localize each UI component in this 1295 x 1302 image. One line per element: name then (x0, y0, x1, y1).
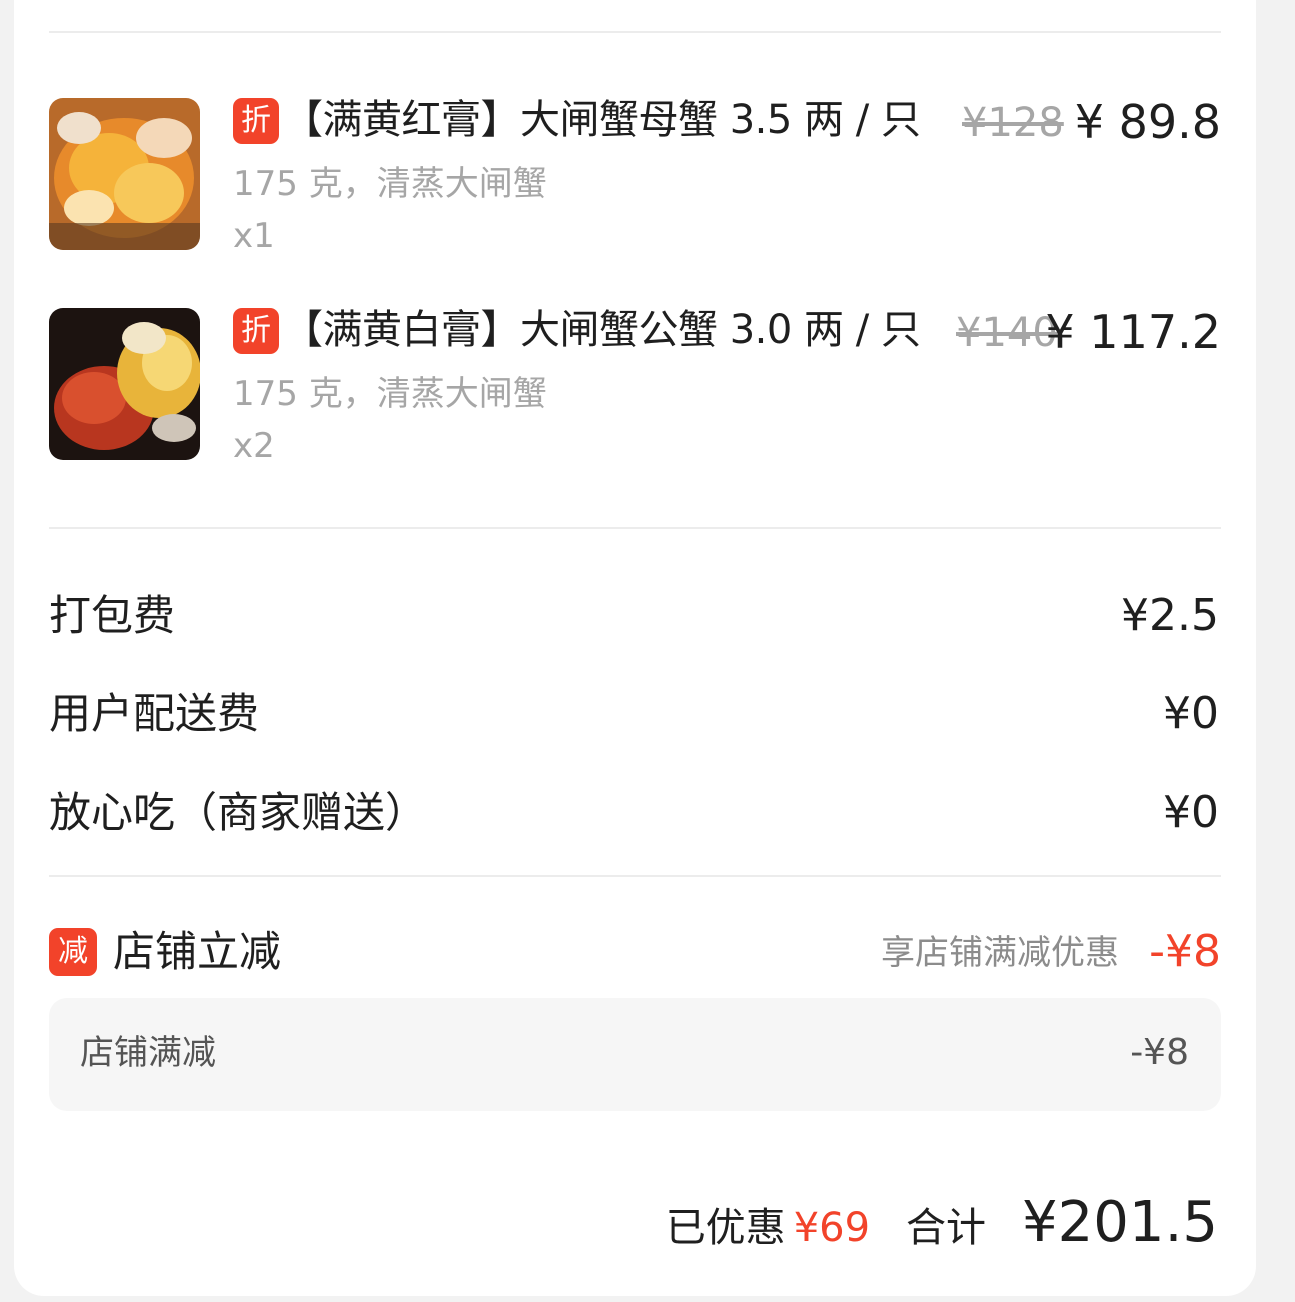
divider (49, 31, 1221, 33)
product-spec: 175 克，清蒸大闸蟹 (233, 374, 547, 414)
original-price: ¥140 (956, 310, 1058, 356)
product-title: 【满黄红膏】大闸蟹母蟹 3.5 两 / 只 (283, 97, 921, 143)
discount-detail-label: 店铺满减 (80, 1033, 216, 1073)
product-title: 【满黄白膏】大闸蟹公蟹 3.0 两 / 只 (283, 307, 921, 353)
discount-tag: 折 (233, 98, 279, 144)
fee-label: 用户配送费 (49, 689, 260, 738)
order-item[interactable]: 折 【满黄白膏】大闸蟹公蟹 3.0 两 / 只 175 克，清蒸大闸蟹 x2 ¥… (49, 305, 1221, 466)
product-image[interactable] (49, 308, 200, 460)
discount-detail-amount: -¥8 (1130, 1032, 1189, 1073)
store-discount-description: 享店铺满减优惠 (881, 933, 1119, 973)
saved-label: 已优惠 (665, 1205, 786, 1251)
fee-label: 放心吃（商家赠送） (49, 788, 428, 837)
current-price: ¥ 89.8 (1074, 95, 1221, 149)
discount-tag: 折 (233, 308, 279, 354)
total-amount: ¥201.5 (1022, 1190, 1218, 1255)
store-discount-label: 店铺立减 (113, 927, 282, 976)
original-price: ¥128 (962, 100, 1064, 146)
product-quantity: x2 (233, 426, 275, 466)
divider (49, 875, 1221, 877)
product-spec: 175 克，清蒸大闸蟹 (233, 164, 547, 204)
product-image[interactable] (49, 98, 200, 250)
divider (49, 527, 1221, 529)
store-discount-row[interactable]: 减 店铺立减 享店铺满减优惠 -¥8 (49, 924, 1221, 984)
discount-icon: 减 (49, 928, 97, 976)
total-label: 合计 (906, 1205, 987, 1251)
discount-detail-box: 店铺满减 -¥8 (49, 998, 1221, 1111)
fee-value: ¥0 (1163, 688, 1219, 739)
saved-amount: ¥69 (793, 1205, 871, 1251)
fee-value: ¥2.5 (1121, 590, 1219, 641)
fee-row-packaging: 打包费 ¥2.5 (49, 586, 1219, 646)
order-item[interactable]: 折 【满黄红膏】大闸蟹母蟹 3.5 两 / 只 175 克，清蒸大闸蟹 x1 ¥… (49, 95, 1221, 256)
store-discount-amount: -¥8 (1149, 926, 1221, 977)
fee-value: ¥0 (1163, 787, 1219, 838)
order-total: 已优惠 ¥69 合计 ¥201.5 (666, 1190, 1218, 1260)
product-quantity: x1 (233, 216, 275, 256)
fee-row-delivery: 用户配送费 ¥0 (49, 684, 1219, 744)
fee-row-safe-eat[interactable]: 放心吃（商家赠送） ¥0 (49, 783, 1219, 843)
fee-label: 打包费 (49, 591, 176, 640)
current-price: ¥ 117.2 (1045, 305, 1221, 359)
